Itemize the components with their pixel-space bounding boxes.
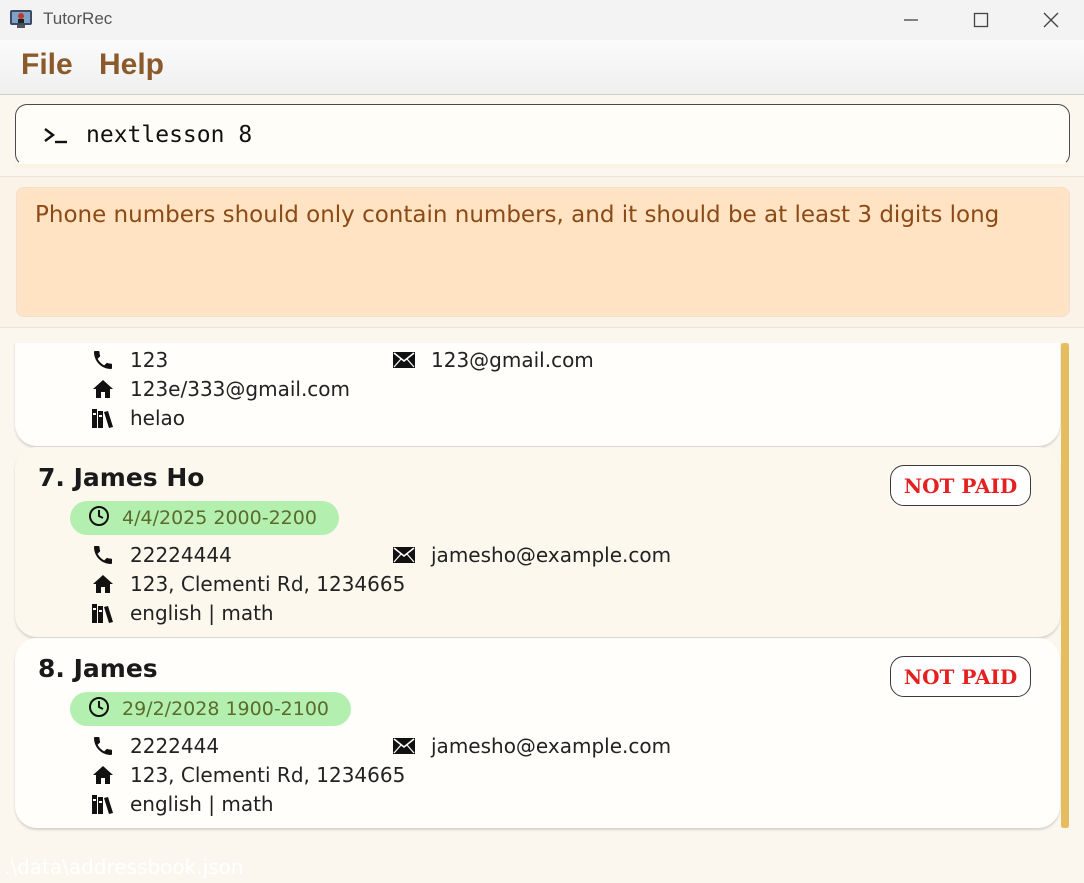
- books-icon: [90, 405, 116, 431]
- envelope-icon: [391, 347, 417, 373]
- books-icon: [90, 600, 116, 626]
- command-area: nextlesson 8: [0, 95, 1084, 175]
- phone-row: 2222444: [90, 733, 219, 759]
- person-name: 7. James Ho: [38, 463, 205, 492]
- home-icon: [90, 376, 116, 402]
- person-card[interactable]: 7. James Ho NOT PAID 4/4/2025 2000-2200 …: [15, 447, 1060, 637]
- minimize-icon: [904, 19, 918, 21]
- home-icon: [90, 571, 116, 597]
- result-panel: Phone numbers should only contain number…: [0, 176, 1084, 328]
- window-title: TutorRec: [43, 9, 113, 28]
- envelope-icon: [391, 542, 417, 568]
- envelope-icon: [391, 733, 417, 759]
- terminal-prompt-icon: [44, 128, 67, 144]
- status-bar: .\data\addressbook.json: [0, 833, 1084, 883]
- subjects-text: english | math: [130, 792, 274, 816]
- person-card[interactable]: 8. James NOT PAID 29/2/2028 1900-2100 22…: [15, 638, 1060, 828]
- menu-bar: File Help: [0, 40, 1084, 95]
- email-text: jamesho@example.com: [431, 543, 672, 567]
- subjects-row: english | math: [90, 600, 274, 626]
- address-text: 123, Clementi Rd, 1234665: [130, 763, 406, 787]
- next-lesson-tag: 29/2/2028 1900-2100: [70, 692, 352, 726]
- address-row: 123, Clementi Rd, 1234665: [90, 762, 405, 788]
- command-text: nextlesson 8: [86, 122, 253, 148]
- phone-icon: [90, 733, 116, 759]
- maximize-icon: [973, 12, 989, 28]
- clock-icon: [88, 696, 110, 722]
- address-text: 123e/333@gmail.com: [130, 377, 351, 401]
- next-lesson-text: 29/2/2028 1900-2100: [122, 698, 330, 720]
- title-bar: TutorRec: [0, 0, 1084, 40]
- phone-row: 22224444: [90, 542, 232, 568]
- phone-icon: [90, 542, 116, 568]
- command-input[interactable]: nextlesson 8: [15, 104, 1070, 166]
- next-lesson-tag: 4/4/2025 2000-2200: [70, 501, 339, 535]
- address-row: 123e/333@gmail.com: [90, 376, 350, 402]
- payment-status-badge: NOT PAID: [890, 465, 1031, 506]
- phone-icon: [90, 347, 116, 373]
- books-icon: [90, 791, 116, 817]
- person-list[interactable]: 123 123@gmail.com 123e/333@gmail.com hel…: [0, 343, 1084, 833]
- scrollbar-thumb[interactable]: [1061, 343, 1069, 828]
- email-text: jamesho@example.com: [431, 734, 672, 758]
- maximize-button[interactable]: [946, 0, 1016, 40]
- person-card[interactable]: 123 123@gmail.com 123e/333@gmail.com hel…: [15, 343, 1060, 446]
- command-divider: [15, 164, 1070, 168]
- address-text: 123, Clementi Rd, 1234665: [130, 572, 406, 596]
- subjects-row: helao: [90, 405, 185, 431]
- email-row: jamesho@example.com: [391, 542, 671, 568]
- close-icon: [1043, 12, 1059, 28]
- address-row: 123, Clementi Rd, 1234665: [90, 571, 405, 597]
- app-logo-icon: [10, 10, 32, 28]
- close-button[interactable]: [1016, 0, 1084, 40]
- next-lesson-text: 4/4/2025 2000-2200: [122, 507, 317, 529]
- phone-text: 2222444: [130, 734, 220, 758]
- minimize-button[interactable]: [876, 0, 946, 40]
- email-text: 123@gmail.com: [431, 348, 594, 372]
- payment-status-badge: NOT PAID: [890, 656, 1031, 697]
- storage-path: .\data\addressbook.json: [4, 855, 244, 879]
- result-message: Phone numbers should only contain number…: [35, 202, 1000, 228]
- phone-row: 123: [90, 347, 168, 373]
- menu-help[interactable]: Help: [99, 48, 164, 82]
- subjects-text: english | math: [130, 601, 274, 625]
- email-row: jamesho@example.com: [391, 733, 671, 759]
- subjects-text: helao: [130, 406, 186, 430]
- email-row: 123@gmail.com: [391, 347, 594, 373]
- clock-icon: [88, 505, 110, 531]
- menu-file[interactable]: File: [21, 48, 73, 82]
- subjects-row: english | math: [90, 791, 274, 817]
- person-name: 8. James: [38, 654, 158, 683]
- result-display[interactable]: Phone numbers should only contain number…: [16, 187, 1070, 317]
- phone-text: 123: [130, 348, 169, 372]
- home-icon: [90, 762, 116, 788]
- phone-text: 22224444: [130, 543, 232, 567]
